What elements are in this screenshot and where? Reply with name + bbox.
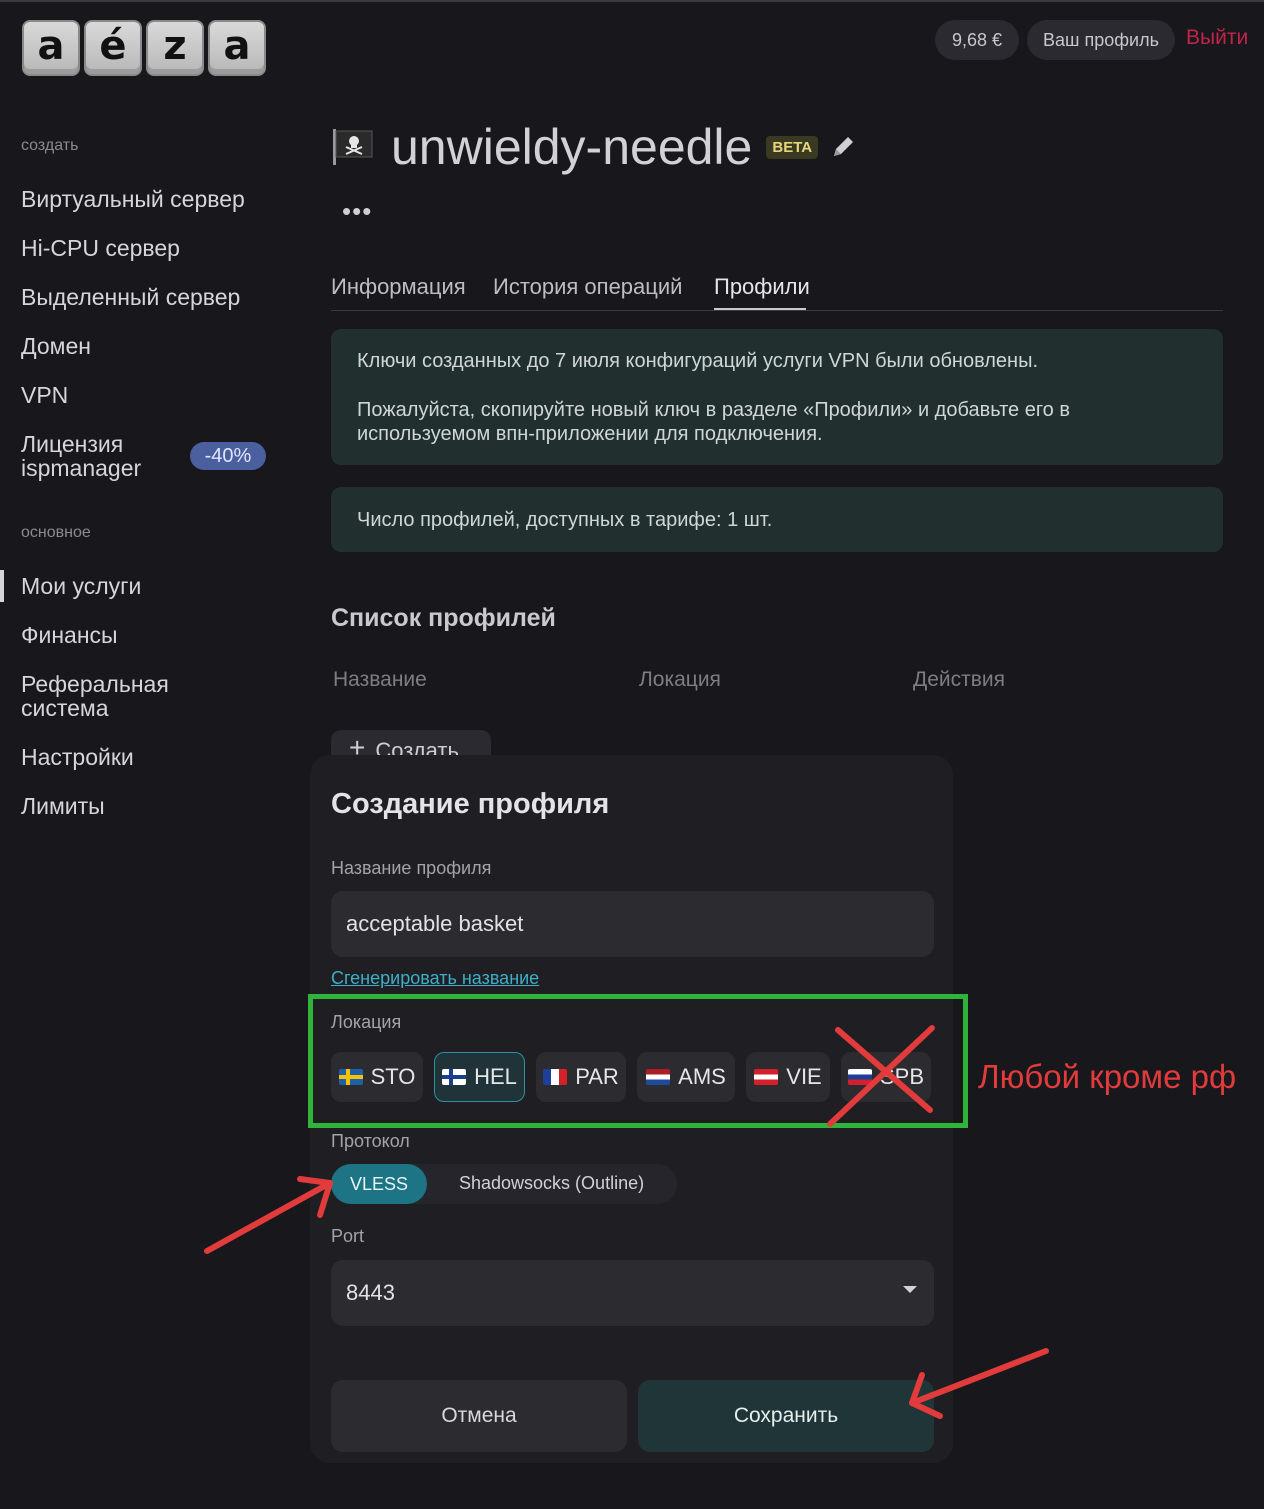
logo-key: a xyxy=(208,20,266,76)
sidebar-item-my-services[interactable]: Мои услуги xyxy=(21,574,141,598)
update-notice: Ключи созданных до 7 июля конфигураций у… xyxy=(331,329,1223,465)
referral-line-2: система xyxy=(21,695,109,721)
sidebar-item-virtual-server[interactable]: Виртуальный сервер xyxy=(21,187,245,211)
column-name: Название xyxy=(333,668,427,691)
tab-profiles[interactable]: Профили xyxy=(714,274,810,300)
sidebar-section-main: основное xyxy=(21,524,91,541)
port-value: 8443 xyxy=(346,1280,395,1305)
discount-badge: -40% xyxy=(190,442,266,470)
sidebar-item-domain[interactable]: Домен xyxy=(21,334,91,358)
sidebar-item-limits[interactable]: Лимиты xyxy=(21,794,105,818)
edit-pencil-icon[interactable] xyxy=(828,132,858,162)
port-select[interactable]: 8443 xyxy=(331,1260,934,1326)
sidebar-item-referral[interactable]: Реферальная система xyxy=(21,672,169,720)
service-name: unwieldy-needle xyxy=(391,119,753,175)
pirate-flag-icon xyxy=(331,127,375,167)
sidebar-item-vpn[interactable]: VPN xyxy=(21,383,68,407)
balance-badge[interactable]: 9,68 € xyxy=(935,20,1019,60)
license-line-2: ispmanager xyxy=(21,455,142,481)
more-options-icon[interactable]: ••• xyxy=(342,196,372,227)
sidebar-item-finances[interactable]: Финансы xyxy=(21,623,118,647)
top-border xyxy=(0,0,1264,2)
aeza-logo[interactable]: a é z a xyxy=(22,20,266,76)
protocol-vless-button[interactable]: VLESS xyxy=(331,1164,427,1204)
modal-title: Создание профиля xyxy=(331,788,610,820)
service-header: unwieldy-needle BETA xyxy=(331,118,858,176)
chevron-down-icon xyxy=(903,1286,917,1293)
tab-info[interactable]: Информация xyxy=(331,274,466,300)
profile-name-label: Название профиля xyxy=(331,858,492,878)
active-indicator xyxy=(0,570,4,602)
license-line-1: Лицензия xyxy=(21,431,124,457)
sidebar-section-create: создать xyxy=(21,137,79,154)
annotation-text: Любой кроме рф xyxy=(978,1058,1237,1095)
limit-text: Число профилей, доступных в тарифе: 1 шт… xyxy=(357,508,773,531)
tab-history[interactable]: История операций xyxy=(493,274,682,300)
logo-key: a xyxy=(22,20,80,76)
column-location: Локация xyxy=(639,668,721,691)
sidebar-item-license[interactable]: Лицензия ispmanager xyxy=(21,432,141,480)
profiles-list-title: Список профилей xyxy=(331,604,556,632)
protocol-shadowsocks-button[interactable]: Shadowsocks (Outline) xyxy=(459,1173,644,1194)
port-label: Port xyxy=(331,1226,365,1246)
notice-line-1: Ключи созданных до 7 июля конфигураций у… xyxy=(357,350,1039,372)
notice-line-2: Пожалуйста, скопируйте новый ключ в разд… xyxy=(357,399,1070,445)
sidebar-item-settings[interactable]: Настройки xyxy=(21,745,134,769)
highlight-box xyxy=(308,994,968,1128)
column-actions: Действия xyxy=(913,668,1006,691)
cancel-button[interactable]: Отмена xyxy=(331,1380,627,1452)
beta-badge: BETA xyxy=(766,135,819,159)
logout-link[interactable]: Выйти xyxy=(1186,26,1248,50)
logo-key: é xyxy=(84,20,142,76)
profile-name-value: acceptable basket xyxy=(346,911,524,936)
active-tab-underline xyxy=(714,308,806,310)
limit-notice: Число профилей, доступных в тарифе: 1 шт… xyxy=(331,487,1223,552)
sidebar-item-dedicated-server[interactable]: Выделенный сервер xyxy=(21,285,240,309)
save-button[interactable]: Сохранить xyxy=(638,1380,934,1452)
protocol-label: Протокол xyxy=(331,1131,410,1151)
profile-button[interactable]: Ваш профиль xyxy=(1027,20,1175,60)
referral-line-1: Реферальная xyxy=(21,671,169,697)
generate-name-link[interactable]: Сгенерировать название xyxy=(331,968,539,989)
profile-name-input[interactable]: acceptable basket xyxy=(331,891,934,957)
sidebar-item-hicpu-server[interactable]: Hi-CPU сервер xyxy=(21,236,180,260)
logo-key: z xyxy=(146,20,204,76)
tab-bar: Информация История операций Профили xyxy=(331,272,1223,311)
